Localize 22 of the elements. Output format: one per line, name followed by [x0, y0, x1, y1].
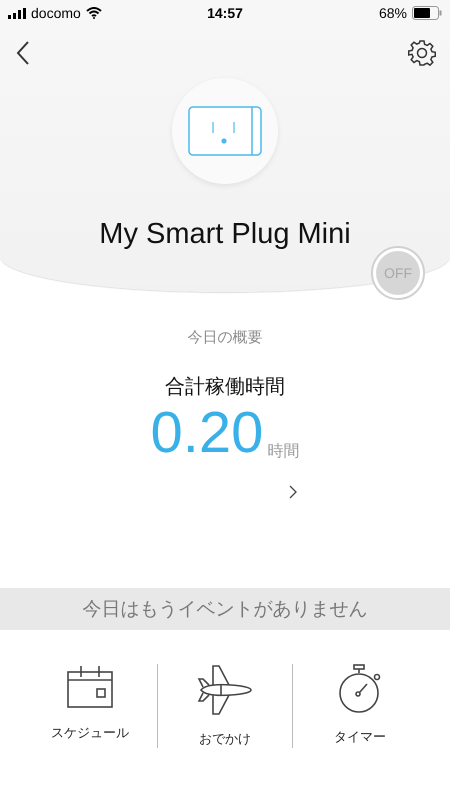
runtime-value: 0.20: [150, 404, 264, 462]
metric-label: 合計稼働時間: [165, 375, 285, 400]
signal-icon: [8, 8, 26, 18]
feature-button[interactable]: おでかけ: [158, 664, 292, 748]
outlet-icon: [188, 106, 262, 156]
no-events-message: 今日はもうイベントがありません: [0, 588, 450, 630]
wifi-icon: [86, 7, 102, 19]
battery-percent: 68%: [378, 5, 407, 21]
carrier-name: docomo: [31, 5, 81, 21]
details-chevron[interactable]: [288, 484, 298, 500]
calendar-icon: [66, 664, 114, 710]
settings-button[interactable]: [408, 39, 436, 67]
device-name: My Smart Plug Mini: [99, 218, 351, 251]
clock-time: 14:57: [207, 5, 243, 21]
stopwatch-icon: [338, 664, 382, 714]
back-button[interactable]: [16, 40, 30, 66]
battery-icon: [412, 6, 442, 20]
feature-button[interactable]: タイマー: [293, 664, 427, 748]
summary-heading: 今日の概要: [188, 328, 262, 347]
unit-label: 時間: [267, 442, 300, 462]
airplane-icon: [197, 664, 253, 716]
feature-button[interactable]: スケジュール: [23, 664, 157, 748]
